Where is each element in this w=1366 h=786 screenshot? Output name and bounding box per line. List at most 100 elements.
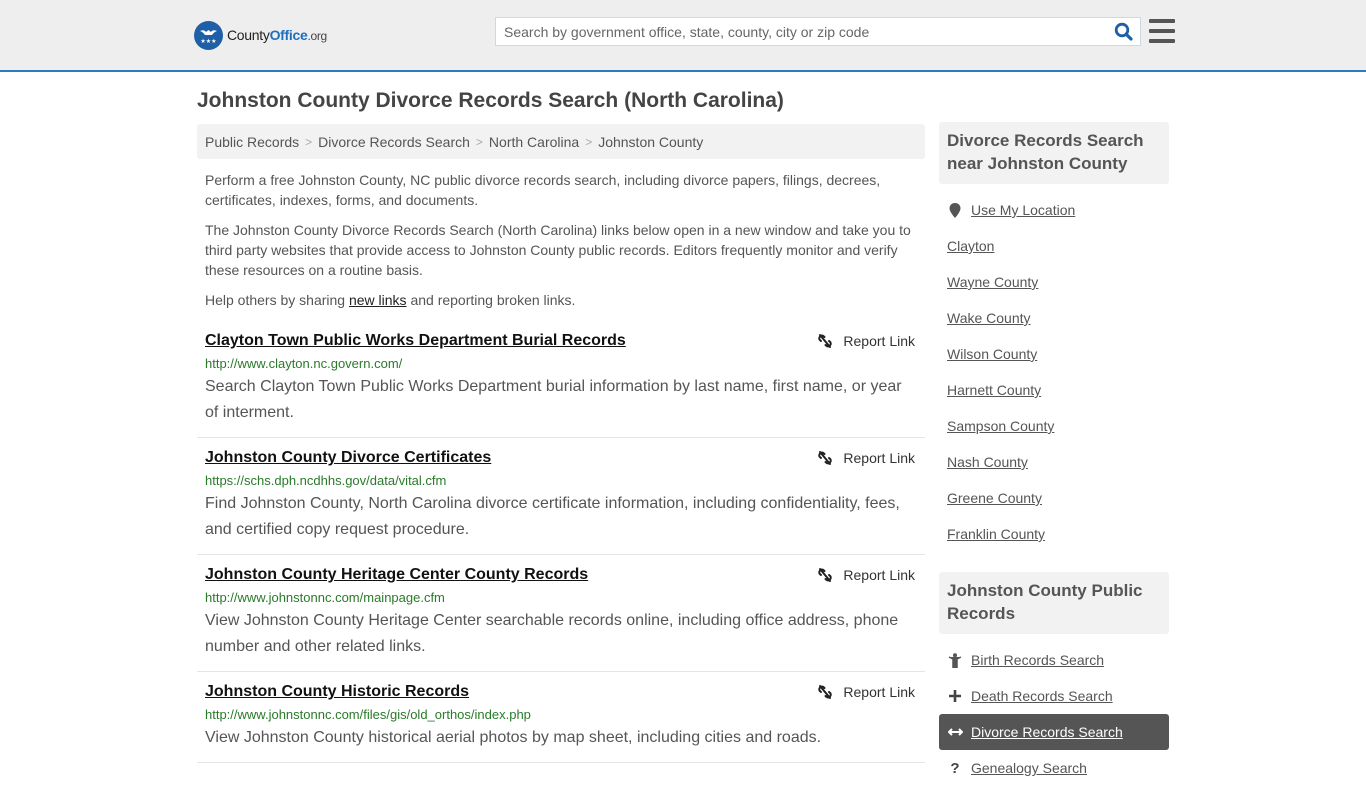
nearby-link[interactable]: Wayne County	[947, 274, 1038, 290]
plus-icon	[947, 689, 963, 703]
report-link-button[interactable]: Report Link	[817, 684, 915, 700]
intro-paragraph: Perform a free Johnston County, NC publi…	[205, 172, 881, 208]
search-input[interactable]	[496, 18, 1106, 45]
svg-text:★★★: ★★★	[200, 38, 216, 45]
page-title: Johnston County Divorce Records Search (…	[197, 89, 784, 112]
result-url[interactable]: http://www.johnstonnc.com/files/gis/old_…	[205, 706, 917, 724]
nearby-link[interactable]: Sampson County	[947, 418, 1054, 434]
sidebar-item-birth-records[interactable]: Birth Records Search	[939, 642, 1169, 678]
sidebar-link[interactable]: Death Records Search	[971, 688, 1113, 704]
menu-button[interactable]	[1149, 19, 1175, 43]
breadcrumb-separator: >	[305, 134, 313, 149]
use-my-location-link[interactable]: Use My Location	[939, 192, 1169, 228]
nearby-link[interactable]: Harnett County	[947, 382, 1041, 398]
report-link-label: Report Link	[843, 684, 915, 700]
result-item: Johnston County Historic Records Report …	[197, 681, 925, 763]
logo-name: County	[227, 27, 270, 43]
hamburger-menu-icon-bar	[1149, 39, 1175, 43]
public-records-heading: Johnston County Public Records	[939, 572, 1169, 634]
sidebar: Divorce Records Search near Johnston Cou…	[939, 122, 1169, 786]
intro: Perform a free Johnston County, NC publi…	[197, 170, 925, 310]
top-bar: ★★★ CountyOffice.org	[0, 0, 1366, 72]
breadcrumb-johnston-county[interactable]: Johnston County	[598, 134, 703, 150]
result-title-link[interactable]: Johnston County Historic Records	[205, 681, 469, 703]
nearby-link[interactable]: Clayton	[947, 238, 994, 254]
new-links-link[interactable]: new links	[349, 292, 407, 308]
intro-paragraph: The Johnston County Divorce Records Sear…	[205, 222, 911, 278]
result-url[interactable]: http://www.johnstonnc.com/mainpage.cfm	[205, 589, 917, 607]
nearby-item-greene-county[interactable]: Greene County	[939, 480, 1169, 516]
search-button[interactable]	[1106, 18, 1140, 45]
report-link-button[interactable]: Report Link	[817, 450, 915, 466]
nearby-link[interactable]: Greene County	[947, 490, 1042, 506]
nearby-item-nash-county[interactable]: Nash County	[939, 444, 1169, 480]
share-text: and reporting broken links.	[406, 292, 576, 308]
breadcrumb-separator: >	[475, 134, 483, 149]
breadcrumb-north-carolina[interactable]: North Carolina	[489, 134, 579, 150]
result-title-link[interactable]: Johnston County Heritage Center County R…	[205, 564, 588, 586]
result-description: View Johnston County Heritage Center sea…	[205, 612, 899, 655]
main-content: Public Records > Divorce Records Search …	[197, 124, 925, 772]
breadcrumb-separator: >	[585, 134, 593, 149]
nearby-item-harnett-county[interactable]: Harnett County	[939, 372, 1169, 408]
broken-link-icon	[818, 451, 833, 465]
share-text: Help others by sharing	[205, 292, 349, 308]
result-url[interactable]: https://schs.dph.ncdhhs.gov/data/vital.c…	[205, 472, 917, 490]
logo-text: CountyOffice.org	[227, 27, 327, 43]
result-description: View Johnston County historical aerial p…	[205, 729, 822, 746]
nearby-item-wake-county[interactable]: Wake County	[939, 300, 1169, 336]
nearby-link[interactable]: Nash County	[947, 454, 1028, 470]
broken-link-icon	[818, 334, 833, 348]
breadcrumb: Public Records > Divorce Records Search …	[197, 124, 925, 159]
sidebar-item-genealogy[interactable]: ? Genealogy Search	[939, 750, 1169, 786]
nearby-heading: Divorce Records Search near Johnston Cou…	[939, 122, 1169, 184]
nearby-item-sampson-county[interactable]: Sampson County	[939, 408, 1169, 444]
report-link-button[interactable]: Report Link	[817, 333, 915, 349]
public-records-block: Johnston County Public Records Birth Rec…	[939, 572, 1169, 786]
nearby-list: Use My Location Clayton Wayne County Wak…	[939, 184, 1169, 552]
map-marker-icon	[947, 202, 963, 218]
broken-link-icon	[818, 685, 833, 699]
nearby-item-clayton[interactable]: Clayton	[939, 228, 1169, 264]
result-title-link[interactable]: Clayton Town Public Works Department Bur…	[205, 330, 626, 352]
result-title-link[interactable]: Johnston County Divorce Certificates	[205, 447, 491, 469]
question-icon: ?	[950, 759, 960, 777]
hamburger-menu-icon-bar	[1149, 19, 1175, 23]
arrows-horizontal-icon	[947, 727, 963, 737]
nearby-item-franklin-county[interactable]: Franklin County	[939, 516, 1169, 552]
nearby-item-wayne-county[interactable]: Wayne County	[939, 264, 1169, 300]
search-icon	[1114, 22, 1133, 41]
report-link-button[interactable]: Report Link	[817, 567, 915, 583]
site-logo[interactable]: ★★★ CountyOffice.org	[194, 20, 327, 50]
nearby-link[interactable]: Franklin County	[947, 526, 1045, 542]
share-links-paragraph: Help others by sharing new links and rep…	[205, 290, 917, 310]
sidebar-item-divorce-records[interactable]: Divorce Records Search	[939, 714, 1169, 750]
result-url[interactable]: http://www.clayton.nc.govern.com/	[205, 355, 917, 373]
sidebar-link[interactable]: Genealogy Search	[971, 760, 1087, 776]
sidebar-link[interactable]: Birth Records Search	[971, 652, 1104, 668]
result-description: Search Clayton Town Public Works Departm…	[205, 378, 902, 421]
report-link-label: Report Link	[843, 450, 915, 466]
results-list: Clayton Town Public Works Department Bur…	[197, 330, 925, 763]
nearby-link[interactable]: Wilson County	[947, 346, 1037, 362]
sidebar-link[interactable]: Divorce Records Search	[971, 724, 1123, 740]
nearby-item-wilson-county[interactable]: Wilson County	[939, 336, 1169, 372]
breadcrumb-public-records[interactable]: Public Records	[205, 134, 299, 150]
broken-link-icon	[818, 568, 833, 582]
use-my-location-label[interactable]: Use My Location	[971, 202, 1075, 218]
logo-tld: .org	[307, 29, 327, 43]
report-link-label: Report Link	[843, 333, 915, 349]
search-box	[495, 17, 1141, 46]
child-icon	[947, 652, 963, 668]
report-link-label: Report Link	[843, 567, 915, 583]
nearby-link[interactable]: Wake County	[947, 310, 1031, 326]
public-records-list: Birth Records Search Death Records Searc…	[939, 634, 1169, 786]
result-description: Find Johnston County, North Carolina div…	[205, 495, 900, 538]
logo-eagle-icon: ★★★	[194, 20, 223, 50]
result-item: Clayton Town Public Works Department Bur…	[197, 330, 925, 438]
logo-name-bold: Office	[269, 27, 308, 43]
breadcrumb-divorce-records-search[interactable]: Divorce Records Search	[318, 134, 470, 150]
sidebar-item-death-records[interactable]: Death Records Search	[939, 678, 1169, 714]
hamburger-menu-icon-bar	[1149, 29, 1175, 33]
result-item: Johnston County Heritage Center County R…	[197, 564, 925, 672]
